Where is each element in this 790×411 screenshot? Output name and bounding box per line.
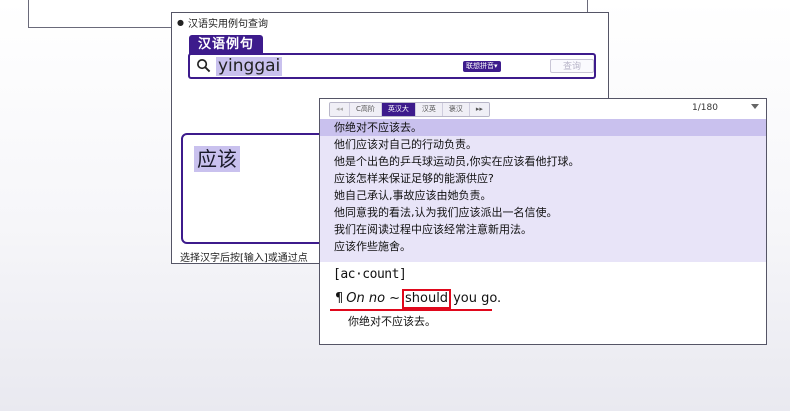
pilcrow-icon: ¶ bbox=[335, 291, 344, 306]
results-toolbar: ◂◂ C高阶 英汉大 汉英 褒汉 ▸▸ 1/180 bbox=[320, 99, 766, 119]
input-mode-select[interactable]: 联想拼音▾ bbox=[463, 61, 501, 72]
example-sentence: ¶ On no ~ should you go. bbox=[335, 289, 501, 309]
selected-word-panel: 应该 bbox=[181, 133, 331, 244]
page-counter: 1/180 bbox=[692, 103, 718, 113]
prev-page-button[interactable]: ◂◂ bbox=[330, 103, 351, 116]
highlighted-word: should bbox=[401, 289, 452, 309]
tab-chinese-examples[interactable]: 汉语例句 bbox=[189, 35, 264, 55]
example-tilde: ~ bbox=[389, 291, 400, 306]
tab-chinese-english[interactable]: 汉英 bbox=[415, 103, 443, 116]
search-input[interactable]: yinggai bbox=[216, 57, 283, 76]
list-item[interactable]: 应该怎样来保证足够的能源供应? bbox=[320, 170, 766, 187]
tab-c-advanced[interactable]: C高阶 bbox=[350, 103, 382, 116]
list-item[interactable]: 他是个出色的乒乓球运动员,你实在应该看他打球。 bbox=[320, 153, 766, 170]
list-item[interactable]: 应该作些施舍。 bbox=[320, 238, 766, 255]
red-underline bbox=[330, 309, 492, 311]
list-item[interactable]: 他同意我的看法,认为我们应该派出一名信使。 bbox=[320, 204, 766, 221]
entry-detail: [ac·count] ¶ On no ~ should you go. 你绝对不… bbox=[320, 262, 766, 344]
list-item[interactable]: 她自己承认,事故应该由她负责。 bbox=[320, 187, 766, 204]
next-page-button[interactable]: ▸▸ bbox=[469, 103, 489, 116]
status-text: 选择汉字后按[输入]或通过点 bbox=[180, 253, 308, 264]
list-item[interactable]: 我们在阅读过程中应该经常注意新用法。 bbox=[320, 221, 766, 238]
dropdown-arrow-icon[interactable] bbox=[751, 104, 759, 109]
window-title: ● 汉语实用例句查询 bbox=[177, 15, 268, 30]
results-window: ◂◂ C高阶 英汉大 汉英 褒汉 ▸▸ 1/180 你绝对不应该去。 他们应该对… bbox=[319, 98, 767, 345]
example-rest: you go. bbox=[453, 291, 502, 306]
selected-word[interactable]: 应该 bbox=[194, 146, 240, 172]
example-lead: On no bbox=[346, 291, 386, 306]
list-item[interactable]: 他们应该对自己的行动负责。 bbox=[320, 136, 766, 153]
tab-english-chinese-large[interactable]: 英汉大 bbox=[381, 103, 416, 116]
search-icon bbox=[197, 59, 211, 73]
example-translation: 你绝对不应该去。 bbox=[348, 315, 436, 328]
tab-other-dictionary[interactable]: 褒汉 bbox=[442, 103, 470, 116]
list-item[interactable]: 你绝对不应该去。 bbox=[320, 119, 766, 136]
bullet-icon: ● bbox=[177, 18, 184, 27]
dictionary-tabs: ◂◂ C高阶 英汉大 汉英 褒汉 ▸▸ bbox=[329, 102, 490, 117]
search-box[interactable]: yinggai 联想拼音▾ 查询 bbox=[188, 53, 596, 79]
window-title-text: 汉语实用例句查询 bbox=[187, 19, 268, 30]
query-button[interactable]: 查询 bbox=[550, 59, 594, 73]
headword: [ac·count] bbox=[333, 267, 407, 282]
sentence-list: 你绝对不应该去。 他们应该对自己的行动负责。 他是个出色的乒乓球运动员,你实在应… bbox=[320, 119, 766, 262]
